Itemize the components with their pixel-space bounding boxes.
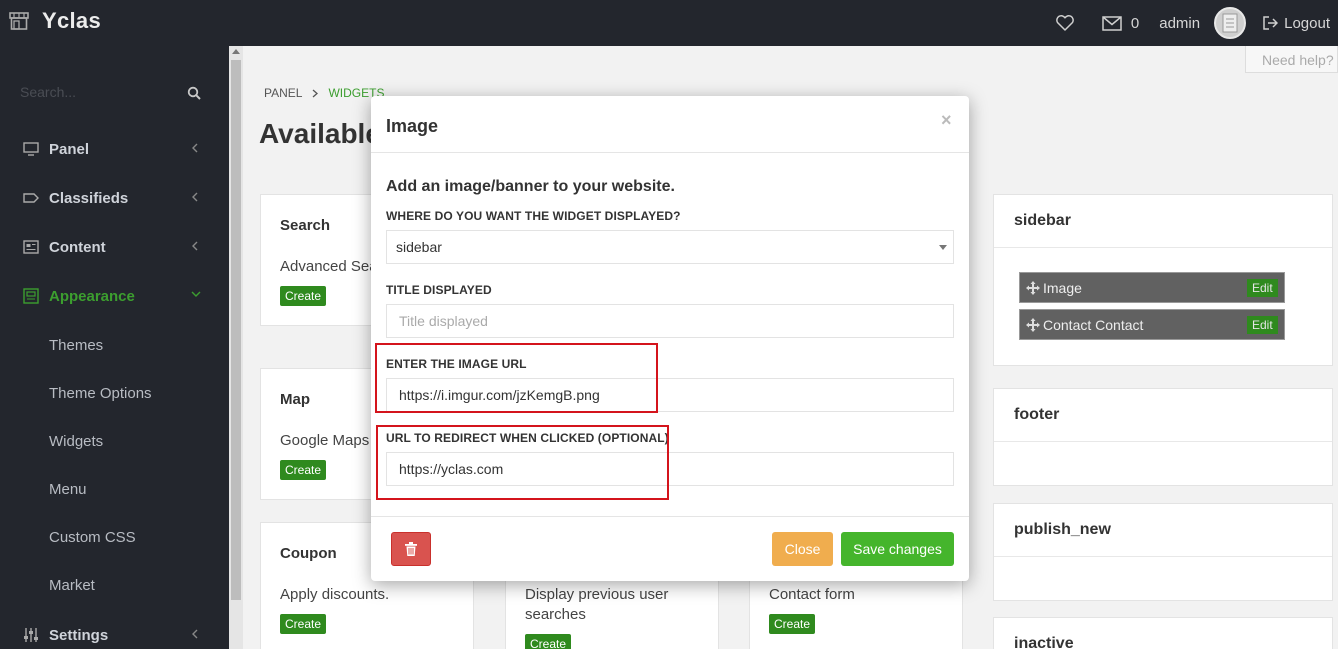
close-button[interactable]: Close: [772, 532, 833, 566]
divider: [371, 152, 969, 153]
trash-icon: [405, 542, 417, 556]
save-changes-button[interactable]: Save changes: [841, 532, 954, 566]
title-label: TITLE DISPLAYED: [386, 283, 492, 297]
placeholder-label: WHERE DO YOU WANT THE WIDGET DISPLAYED?: [386, 209, 681, 223]
placeholder-select[interactable]: sidebar: [386, 230, 954, 264]
delete-button[interactable]: [391, 532, 431, 566]
close-icon[interactable]: ×: [941, 110, 952, 131]
caret-down-icon: [939, 245, 947, 250]
modal-title: Image: [386, 116, 439, 136]
title-input[interactable]: Title displayed: [386, 304, 954, 338]
highlight-redirect-url: [376, 425, 669, 500]
highlight-image-url: [375, 343, 658, 413]
divider: [371, 516, 969, 517]
placeholder-select-value: sidebar: [396, 239, 442, 255]
image-widget-modal: Image × Add an image/banner to your webs…: [371, 96, 969, 581]
modal-subheading: Add an image/banner to your website.: [386, 178, 675, 195]
title-input-placeholder: Title displayed: [399, 313, 488, 329]
